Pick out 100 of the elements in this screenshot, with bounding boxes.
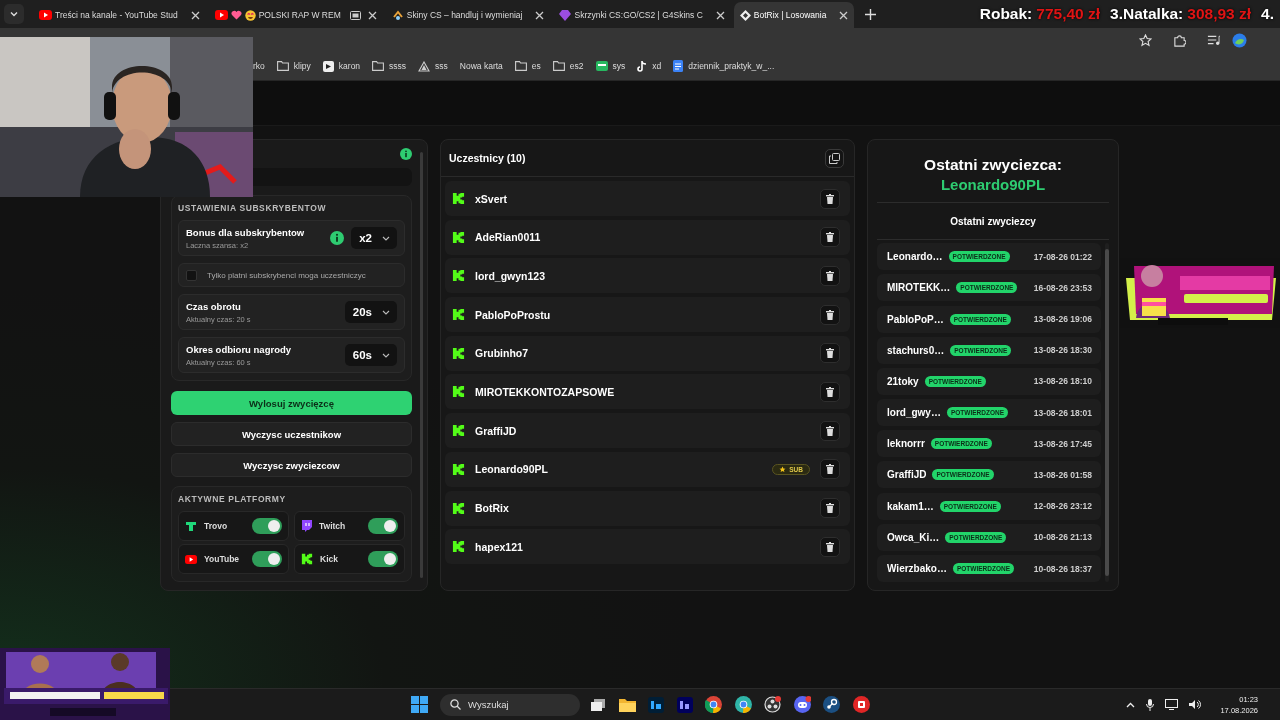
speaker-icon[interactable] <box>1189 699 1202 710</box>
participant-name: MIROTEKKONTOZAPSOWE <box>475 385 616 398</box>
bookmark[interactable]: karon <box>322 60 361 72</box>
winner-name: Owca_Ki… <box>887 531 940 543</box>
draw-button[interactable]: Wylosuj zwycięzcę <box>171 391 412 415</box>
time-select[interactable]: 20s <box>344 301 397 323</box>
trash-icon <box>826 348 834 359</box>
win-date: 13-08-26 19:06 <box>1033 314 1092 324</box>
delete-button[interactable] <box>820 304 840 325</box>
bookmark[interactable]: dziennik_praktyk_w_... <box>673 60 775 72</box>
folder-icon <box>372 61 385 71</box>
tab-list-button[interactable] <box>4 4 24 24</box>
delete-button[interactable] <box>820 536 840 557</box>
close-icon[interactable] <box>367 10 377 20</box>
bookmark[interactable]: Nowa karta <box>459 61 503 71</box>
task-view-icon[interactable] <box>590 697 606 712</box>
input-field[interactable] <box>254 167 412 186</box>
trash-icon <box>826 503 834 513</box>
delete-button[interactable] <box>820 265 840 286</box>
bookmark[interactable]: es <box>514 61 541 71</box>
browser-tab[interactable]: Skrzynki CS:GO/CS2 | G4Skins C <box>553 2 731 28</box>
folder-icon[interactable] <box>618 697 636 712</box>
close-icon[interactable] <box>190 10 200 20</box>
monitor-icon[interactable] <box>1165 699 1179 710</box>
participant-name: lord_gwyn123 <box>475 269 547 282</box>
platform-name: Twitch <box>319 521 347 531</box>
scrollbar[interactable] <box>1105 243 1109 582</box>
browser-icon[interactable] <box>705 696 722 713</box>
diamond-icon <box>739 9 751 21</box>
delete-button[interactable] <box>820 459 840 480</box>
close-icon[interactable] <box>535 10 545 20</box>
document-icon <box>673 60 684 72</box>
close-icon[interactable] <box>715 10 725 20</box>
delete-button[interactable] <box>820 381 840 402</box>
bookmark[interactable]: sys <box>595 61 626 71</box>
bookmark[interactable]: xd <box>637 60 662 72</box>
participant-name: GraffiJD <box>475 424 518 437</box>
browser-tab[interactable]: BotRix | Losowania <box>733 2 855 28</box>
winner-name: Wierzbako… <box>887 563 947 574</box>
video-editor-icon[interactable] <box>676 696 693 713</box>
participant-name: Leonardo90PL <box>475 463 549 476</box>
checkbox[interactable] <box>186 269 197 281</box>
platform-icon <box>452 230 465 244</box>
setting-label: Bonus dla subskrybentow <box>186 226 306 238</box>
win-date: 10-08-26 21:13 <box>1033 532 1092 543</box>
new-tab-icon[interactable] <box>865 8 877 20</box>
winner-name: PabloPoP… <box>887 313 944 325</box>
chat-icon[interactable] <box>793 696 811 713</box>
winner-name: stachurs0… <box>887 344 945 356</box>
toggle-switch[interactable] <box>252 518 282 534</box>
participant-name: PabloPoProstu <box>475 308 552 321</box>
browser-icon[interactable] <box>734 696 752 713</box>
browser-tab[interactable]: Skiny CS – handluj i wymieniaj <box>385 2 551 28</box>
close-icon[interactable] <box>839 10 849 20</box>
trash-icon <box>826 425 834 436</box>
microphone-icon[interactable] <box>1146 698 1155 711</box>
winner-name: kakam1… <box>887 500 934 512</box>
folder-icon <box>514 61 527 71</box>
search-field[interactable]: Wyszukaj <box>440 693 580 716</box>
bookmark[interactable]: rko <box>253 61 265 71</box>
media-list-icon[interactable] <box>1207 34 1220 46</box>
bookmark[interactable]: klipy <box>276 61 311 71</box>
browser-tab[interactable]: POLSKI RAP W REM <box>208 2 383 28</box>
bookmark[interactable]: es2 <box>552 61 584 71</box>
photo-editor-icon[interactable] <box>648 696 664 713</box>
bonus-select[interactable]: x2 <box>351 227 397 249</box>
info-icon[interactable] <box>330 231 345 245</box>
browser-tab[interactable]: Treści na kanale - YouTube Stud <box>33 2 206 28</box>
info-icon[interactable] <box>400 148 412 161</box>
app-icon[interactable] <box>852 696 870 713</box>
delete-button[interactable] <box>820 498 840 518</box>
platform-icon <box>452 540 465 554</box>
platform-name: Trovo <box>204 521 229 531</box>
toggle-switch[interactable] <box>368 551 398 567</box>
profile-icon[interactable] <box>1232 32 1247 48</box>
puzzle-icon[interactable] <box>1173 33 1186 47</box>
copy-icon <box>829 152 840 164</box>
platform-icon <box>452 346 465 360</box>
windows-icon[interactable] <box>411 696 428 713</box>
bookmark[interactable]: ssss <box>372 61 407 71</box>
toggle-switch[interactable] <box>252 551 282 567</box>
win-date: 10-08-26 18:37 <box>1033 563 1092 574</box>
win-date: 16-08-26 23:53 <box>1033 282 1092 293</box>
copy-button[interactable] <box>825 148 844 168</box>
platform-icon <box>452 385 465 399</box>
delete-button[interactable] <box>820 227 840 248</box>
clear-button[interactable]: Wyczysc zwyciezcow <box>171 453 412 477</box>
record-icon[interactable] <box>764 696 781 713</box>
delete-button[interactable] <box>820 188 840 209</box>
site-icon <box>322 60 334 72</box>
time-select[interactable]: 60s <box>344 344 397 366</box>
chevron-up-icon[interactable] <box>1126 701 1136 708</box>
participant-name: BotRix <box>475 502 510 514</box>
clear-button[interactable]: Wyczysc uczestnikow <box>171 422 412 446</box>
toggle-switch[interactable] <box>368 518 398 534</box>
delete-button[interactable] <box>820 420 840 441</box>
star-icon[interactable] <box>1139 33 1152 47</box>
checkbox-label: Tylko platni subskrybenci moga uczestniczyc <box>207 270 366 280</box>
bookmark[interactable]: sss <box>418 60 448 72</box>
delete-button[interactable] <box>820 343 840 364</box>
